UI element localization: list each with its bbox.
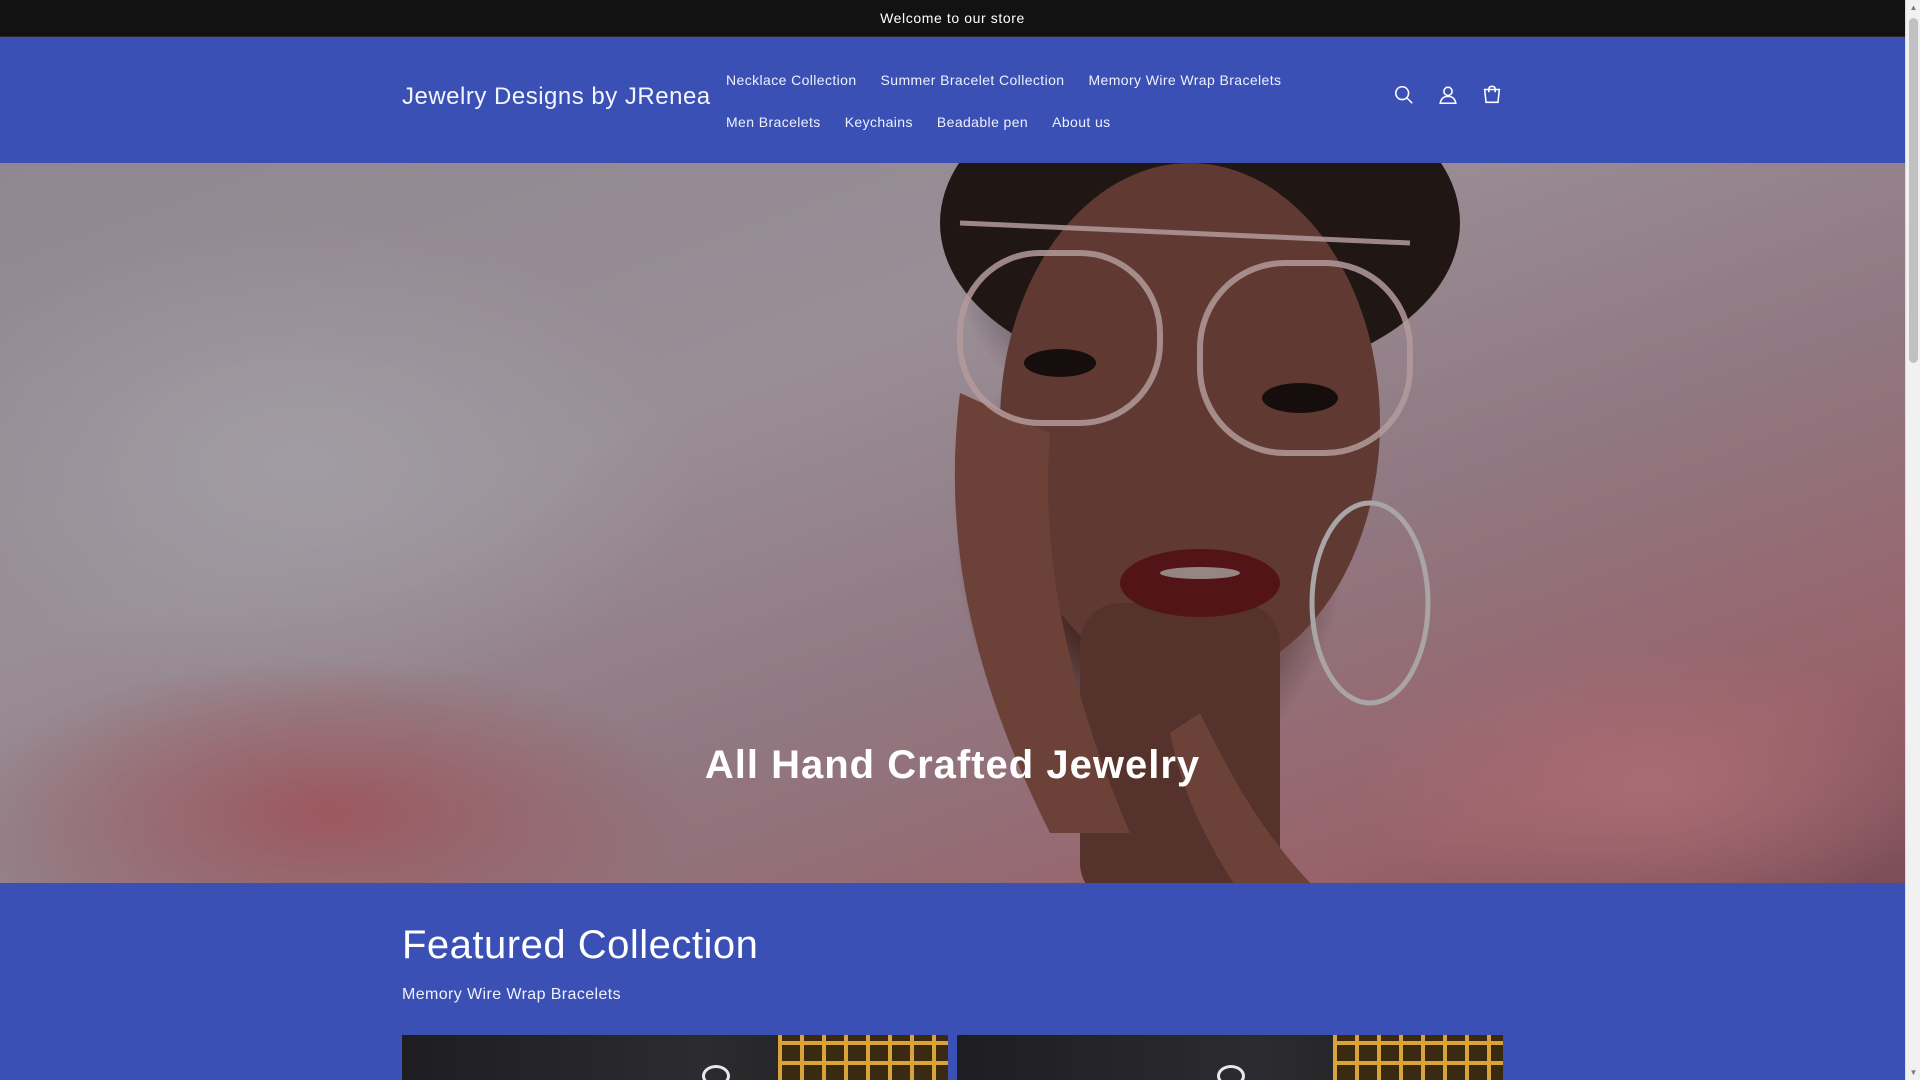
- product-image-display-rack: [1333, 1035, 1503, 1080]
- product-card[interactable]: [402, 1035, 948, 1080]
- product-image-display-rack: [778, 1035, 948, 1080]
- nav-keychains[interactable]: Keychains: [833, 114, 925, 130]
- product-image-detail: [702, 1065, 730, 1080]
- main-nav: Necklace Collection Summer Bracelet Coll…: [714, 59, 1334, 143]
- hero-title: All Hand Crafted Jewelry: [704, 743, 1201, 787]
- product-image-detail: [1217, 1065, 1245, 1080]
- hero-banner: All Hand Crafted Jewelry: [0, 163, 1905, 883]
- store-logo[interactable]: Jewelry Designs by JRenea: [402, 83, 711, 111]
- nav-summer-bracelet-collection[interactable]: Summer Bracelet Collection: [869, 72, 1077, 88]
- product-card[interactable]: [957, 1035, 1503, 1080]
- announcement-text: Welcome to our store: [880, 10, 1025, 26]
- featured-title: Featured Collection: [402, 923, 759, 967]
- page: Welcome to our store Jewelry Designs by …: [0, 0, 1920, 1080]
- nav-about-us[interactable]: About us: [1040, 114, 1122, 130]
- nav-men-bracelets[interactable]: Men Bracelets: [714, 114, 833, 130]
- header-icons: [1390, 81, 1506, 109]
- nav-beadable-pen[interactable]: Beadable pen: [925, 114, 1040, 130]
- search-icon[interactable]: [1390, 81, 1418, 109]
- site-header: Jewelry Designs by JRenea Necklace Colle…: [0, 37, 1905, 163]
- nav-row-1: Necklace Collection Summer Bracelet Coll…: [714, 59, 1334, 101]
- scroll-up-arrow-icon[interactable]: ▲: [1906, 0, 1920, 15]
- featured-subtitle: Memory Wire Wrap Bracelets: [402, 986, 622, 1003]
- account-icon[interactable]: [1434, 81, 1462, 109]
- scroll-thumb[interactable]: [1909, 18, 1918, 363]
- featured-collection-section: Featured Collection Memory Wire Wrap Bra…: [0, 883, 1905, 1080]
- announcement-bar: Welcome to our store: [0, 0, 1905, 37]
- scrollbar[interactable]: ▲ ▼: [1905, 0, 1920, 1080]
- nav-necklace-collection[interactable]: Necklace Collection: [714, 72, 869, 88]
- nav-memory-wire-wrap-bracelets[interactable]: Memory Wire Wrap Bracelets: [1076, 72, 1293, 88]
- nav-row-2: Men Bracelets Keychains Beadable pen Abo…: [714, 101, 1334, 143]
- cart-icon[interactable]: [1478, 81, 1506, 109]
- scroll-down-arrow-icon[interactable]: ▼: [1906, 1065, 1920, 1080]
